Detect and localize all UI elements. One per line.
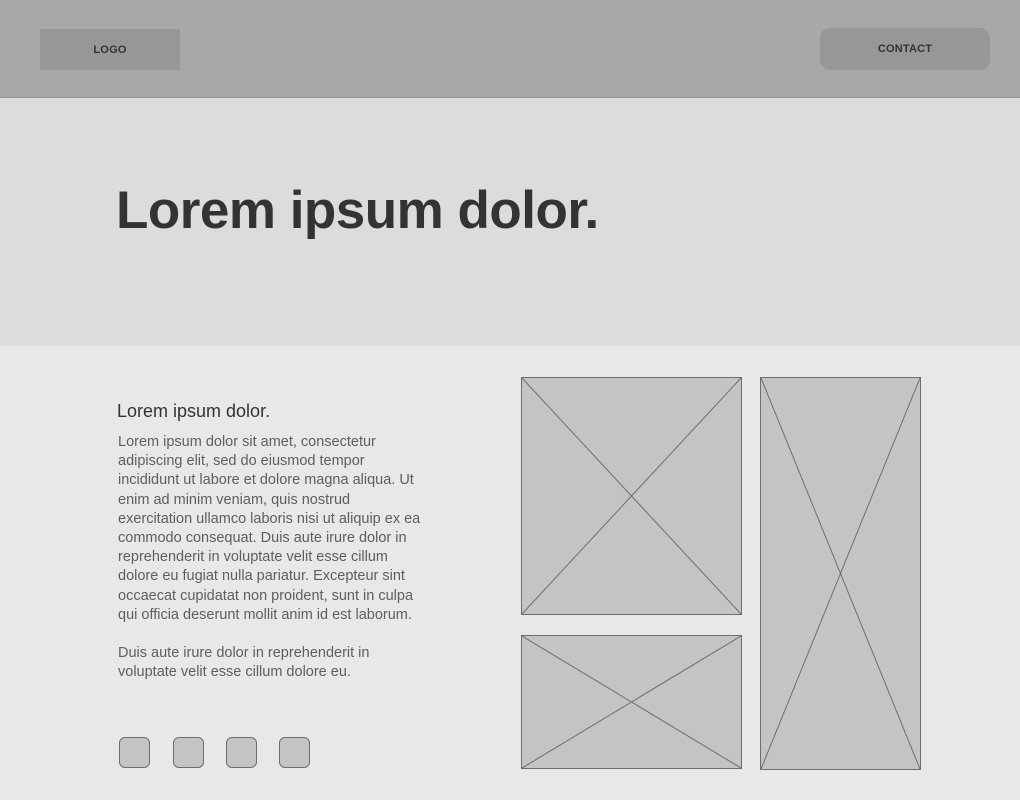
body-paragraph-1: Lorem ipsum dolor sit amet, consectetur … <box>118 434 421 623</box>
image-placeholder-icon <box>522 636 741 768</box>
image-placeholder-icon <box>761 378 920 769</box>
section-heading: Lorem ipsum dolor. <box>117 401 271 421</box>
image-placeholder-top-left <box>521 377 742 615</box>
social-icon-2[interactable] <box>173 737 204 768</box>
logo[interactable]: LOGO <box>40 29 180 70</box>
social-icon-4[interactable] <box>279 737 310 768</box>
body-paragraph-2: Duis aute irure dolor in reprehenderit i… <box>118 645 370 681</box>
image-placeholder-tall-right <box>760 377 921 770</box>
social-icon-3[interactable] <box>226 737 257 768</box>
body-text: Lorem ipsum dolor sit amet, consectetur … <box>118 433 423 682</box>
social-icon-row <box>119 737 319 771</box>
contact-button[interactable]: CONTACT <box>820 28 990 70</box>
image-placeholder-bottom-left <box>521 635 742 769</box>
image-placeholder-icon <box>522 378 741 614</box>
site-header: LOGO CONTACT <box>0 0 1020 98</box>
hero-title: Lorem ipsum dolor. <box>116 181 599 240</box>
social-icon-1[interactable] <box>119 737 150 768</box>
content-section: Lorem ipsum dolor. Lorem ipsum dolor sit… <box>0 346 1020 800</box>
hero-section: Lorem ipsum dolor. <box>0 98 1020 346</box>
